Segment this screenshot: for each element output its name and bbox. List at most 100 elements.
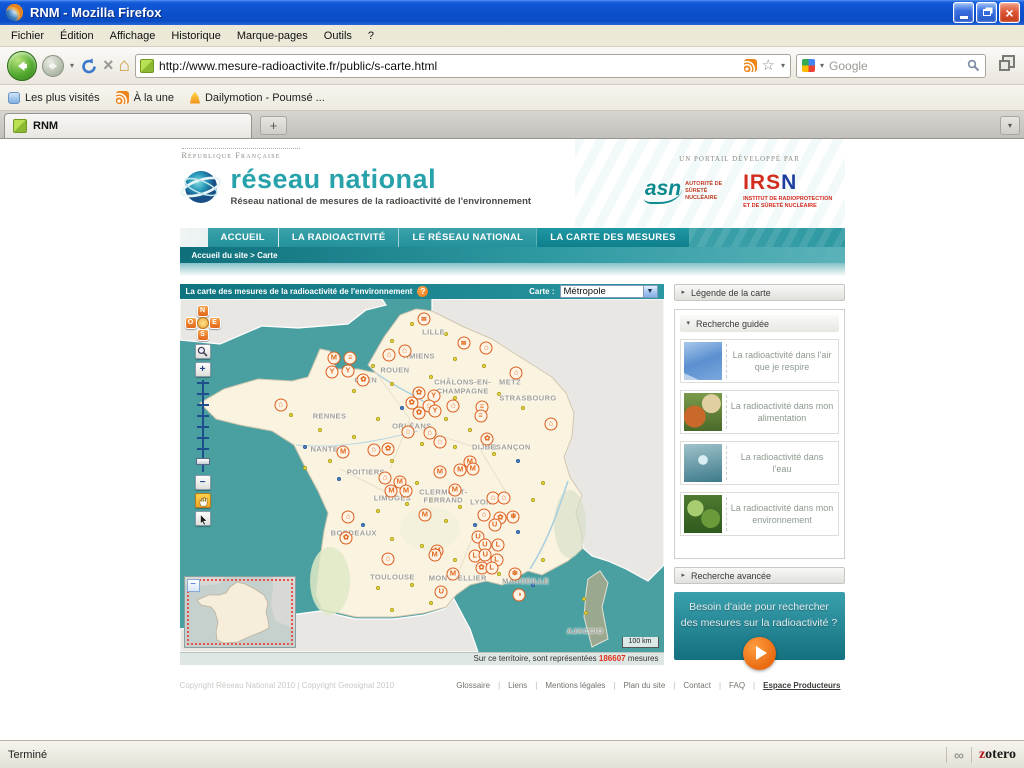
map-marker-barrel[interactable]: ≡ [344,351,357,364]
zoom-out-button[interactable]: − [195,475,211,490]
legend-accordion[interactable]: ▸ Légende de la carte [674,284,845,301]
map-marker-M[interactable]: M [454,464,467,477]
history-dropdown[interactable]: ▾ [69,61,75,70]
rss-icon[interactable] [744,59,757,72]
help-banner[interactable]: Besoin d'aide pour rechercher des mesure… [674,592,845,660]
asn-logo[interactable]: asn AUTORITÉ DE SÛRETÉ NUCLÉAIRE [644,178,729,204]
restore-button[interactable] [976,2,997,23]
map-marker-dome[interactable]: ⌂ [382,552,395,565]
menu-marque-pages[interactable]: Marque-pages [229,27,316,45]
map-marker-L[interactable]: L [485,562,498,575]
nav-radioactivite[interactable]: LA RADIOACTIVITÉ [279,228,399,247]
back-button[interactable] [7,51,37,81]
bookmark-a-la-une[interactable]: À la une [116,91,174,104]
search-box[interactable]: ▾ Google [796,54,986,78]
engine-dropdown[interactable]: ▾ [819,61,825,70]
list-all-tabs-button[interactable]: ▾ [1000,116,1020,135]
url-text[interactable]: http://www.mesure-radioactivite.fr/publi… [159,59,739,73]
map-marker-flask[interactable]: Y [325,365,338,378]
guided-item-alimentation[interactable]: La radioactivité dans mon alimentation [680,390,839,434]
minimap-collapse-button[interactable]: − [187,579,200,592]
map-marker-M[interactable]: M [400,485,413,498]
site-title[interactable]: réseau national [231,166,532,193]
map-marker-dome[interactable]: ⌂ [398,344,411,357]
search-icon[interactable] [967,59,980,72]
map-marker-flower[interactable]: ✿ [481,432,494,445]
menu-help[interactable]: ? [360,27,382,45]
nav-carte-des-mesures[interactable]: LA CARTE DES MESURES [537,228,688,247]
window-pages-button[interactable] [991,53,1017,79]
map-marker-flower[interactable]: ✿ [339,531,352,544]
link-plan-du-site[interactable]: Plan du site [609,681,669,690]
map-marker-dome[interactable]: ⌂ [401,426,414,439]
pan-east-button[interactable]: E [209,317,221,329]
bookmark-dailymotion[interactable]: Dailymotion - Poumsé ... [190,92,325,104]
map-marker-M[interactable]: M [433,465,446,478]
breadcrumb[interactable]: Accueil du site > Carte [180,247,845,263]
new-tab-button[interactable]: + [260,116,287,135]
nav-reseau-national[interactable]: LE RÉSEAU NATIONAL [399,228,536,247]
guided-item-environnement[interactable]: La radioactivité dans mon environnement [680,492,839,536]
map-marker-U[interactable]: U [488,519,501,532]
menu-edition[interactable]: Édition [52,27,102,45]
map-marker-dome[interactable]: ⌂ [367,444,380,457]
map-marker-M[interactable]: M [385,485,398,498]
link-contact[interactable]: Contact [669,681,715,690]
bookmark-most-visited[interactable]: Les plus visités [8,92,100,104]
link-espace-producteurs[interactable]: Espace Producteurs [749,681,844,690]
map-marker-dome[interactable]: ⌂ [433,435,446,448]
link-glossaire[interactable]: Glossaire [452,681,494,690]
overview-minimap[interactable]: − [184,576,296,648]
map-marker-factory[interactable]: ≣ [417,312,430,325]
minimize-button[interactable] [953,2,974,23]
map-canvas[interactable]: LILLEAMIENSROUENCAENCHÂLONS-EN-CHAMPAGNE… [180,299,664,665]
map-marker-flower[interactable]: ✿ [357,374,370,387]
guided-search-accordion[interactable]: ▾ Recherche guidée [680,315,839,332]
map-marker-dome[interactable]: ⌂ [477,509,490,522]
zoom-box-button[interactable] [195,344,211,359]
compass-center[interactable] [197,317,209,329]
reload-button[interactable] [80,57,98,75]
map-marker-barrel[interactable]: ≡ [474,410,487,423]
menu-outils[interactable]: Outils [316,27,360,45]
slider-handle[interactable] [196,458,210,465]
close-button[interactable]: × [999,2,1020,23]
map-marker-dome[interactable]: ⌂ [447,399,460,412]
tab-rnm[interactable]: RNM [4,113,252,138]
map-marker-dome[interactable]: ⌂ [383,349,396,362]
map-marker-M[interactable]: M [448,483,461,496]
map-marker-flask[interactable]: Y [429,405,442,418]
map-marker-dome[interactable]: ⌂ [510,366,523,379]
map-marker-U[interactable]: U [435,585,448,598]
map-marker-flower[interactable]: ✿ [413,406,426,419]
guided-item-eau[interactable]: La radioactivité dans l'eau [680,441,839,485]
map-help-icon[interactable]: ? [417,286,428,297]
map-marker-dome[interactable]: ⌂ [274,399,287,412]
map-marker-meter[interactable]: ◑ [513,589,526,602]
map-marker-snow[interactable]: ❄ [507,511,520,524]
url-dropdown[interactable]: ▾ [780,61,786,70]
url-bar[interactable]: http://www.mesure-radioactivite.fr/publi… [135,54,791,78]
search-input[interactable]: Google [829,59,963,73]
map-marker-flower[interactable]: ✿ [382,442,395,455]
bookmark-star-icon[interactable]: ☆ [762,58,775,73]
google-engine-icon[interactable] [802,59,815,72]
menu-affichage[interactable]: Affichage [102,27,164,45]
map-marker-flask[interactable]: Y [341,365,354,378]
pan-north-button[interactable]: N [197,305,209,317]
nav-accueil[interactable]: ACCUEIL [208,228,278,247]
pan-tool-button[interactable] [195,493,211,508]
map-marker-M[interactable]: M [418,508,431,521]
map-marker-M[interactable]: M [428,549,441,562]
map-marker-M[interactable]: M [337,445,350,458]
pan-south-button[interactable]: S [197,329,209,341]
home-button[interactable]: ⌂ [119,56,130,75]
select-arrow-icon[interactable]: ▼ [643,286,657,297]
menu-fichier[interactable]: Fichier [3,27,52,45]
map-marker-factory[interactable]: ≣ [457,336,470,349]
irsn-logo[interactable]: IRSN INSTITUT DE RADIOPROTECTION ET DE S… [743,172,835,210]
guided-item-air[interactable]: La radioactivité dans l'air que je respi… [680,339,839,383]
map-marker-L[interactable]: L [491,539,504,552]
map-marker-snow[interactable]: ❄ [508,567,521,580]
forward-button[interactable] [42,55,64,77]
